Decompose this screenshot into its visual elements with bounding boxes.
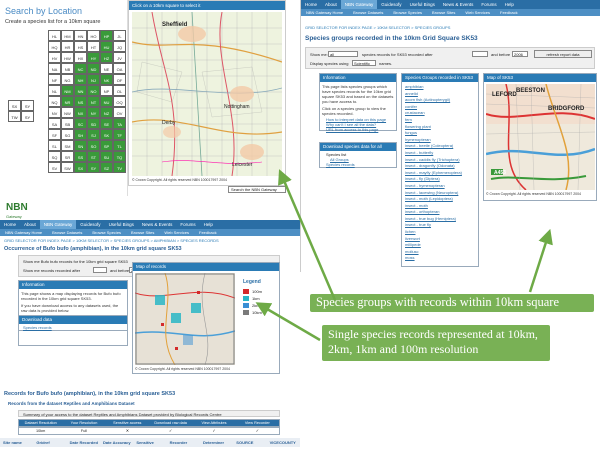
annotation-groups: Species groups with records within 10km … [310, 294, 594, 312]
annotation-arrows [255, 169, 553, 342]
annotation-single-species: Single species records represented at 10… [322, 325, 550, 361]
